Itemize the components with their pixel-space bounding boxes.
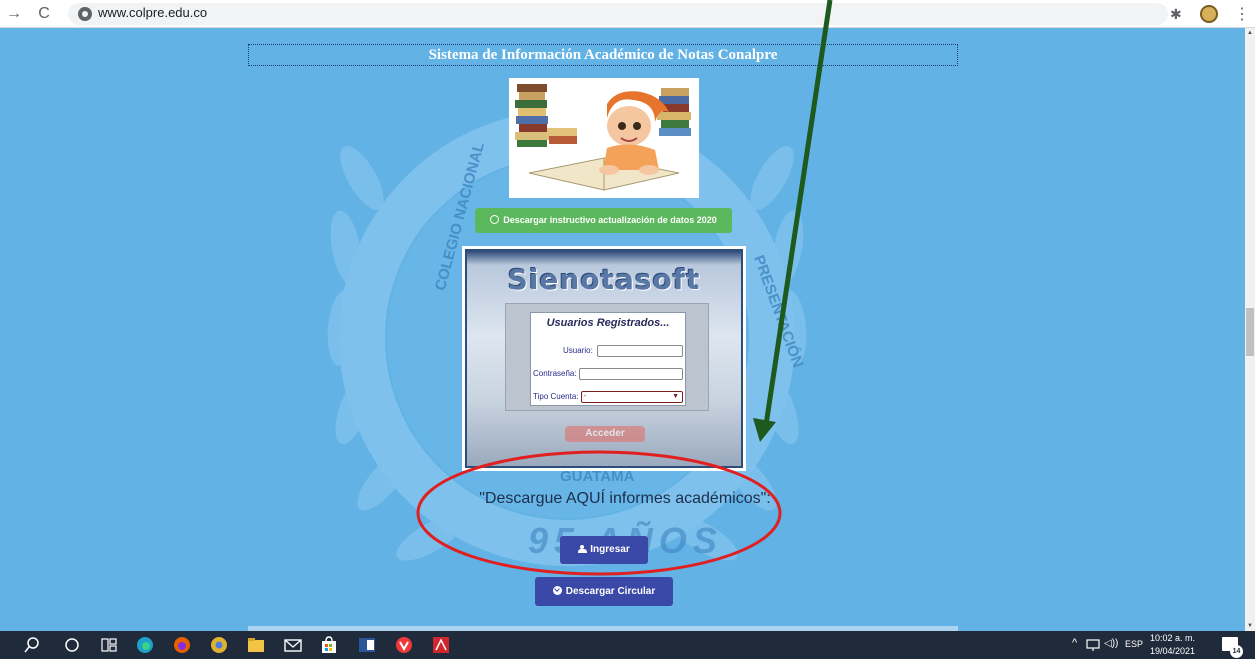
download-instructivo-label: Descargar instructivo actualización de d…	[503, 215, 717, 225]
login-panel-title: Usuarios Registrados...	[546, 317, 670, 329]
student-reading-illustration	[509, 78, 699, 198]
login-widget: Sienotasoft Usuarios Registrados... Usua…	[462, 246, 746, 471]
profile-avatar[interactable]	[1200, 5, 1218, 23]
tipo-cuenta-value: -	[584, 393, 587, 400]
ingresar-label: Ingresar	[590, 544, 630, 555]
clock-time[interactable]: 10:02 a. m.	[1150, 633, 1195, 643]
windows-taskbar: ^ ◁)) ESP 10:02 a. m. 19/04/2021 14	[0, 631, 1255, 659]
web-page: COLEGIO NACIONAL PRESENTACIÓN GUATAMA 95…	[0, 28, 1245, 631]
task-view-icon[interactable]	[100, 636, 118, 654]
acceder-button[interactable]: Acceder	[565, 426, 645, 442]
word-icon[interactable]	[358, 636, 376, 654]
reload-icon[interactable]: C	[34, 4, 54, 24]
address-bar[interactable]	[68, 3, 1168, 25]
chrome-icon[interactable]	[210, 636, 228, 654]
scroll-down-arrow-icon[interactable]: ▼	[1247, 623, 1253, 629]
tray-chevron-up-icon[interactable]: ^	[1072, 637, 1077, 649]
page-title: Sistema de Información Académico de Nota…	[428, 47, 778, 63]
clock-date[interactable]: 19/04/2021	[1150, 646, 1195, 656]
password-input[interactable]	[579, 368, 683, 380]
login-background: Sienotasoft Usuarios Registrados... Usua…	[465, 249, 743, 468]
scroll-up-arrow-icon[interactable]: ▲	[1247, 30, 1253, 36]
language-indicator[interactable]: ESP	[1125, 639, 1143, 649]
acrobat-reader-icon[interactable]	[432, 636, 450, 654]
kebab-menu-icon[interactable]: ⋮	[1234, 4, 1250, 24]
cortana-icon[interactable]	[63, 636, 81, 654]
download-circle-icon	[490, 215, 500, 224]
login-form: Usuarios Registrados... Usuario: Contras…	[530, 312, 686, 406]
user-icon	[578, 545, 588, 553]
browser-toolbar: → C www.colpre.edu.co ✱ ⋮	[0, 0, 1255, 28]
tipo-cuenta-select[interactable]: - ▼	[581, 391, 683, 403]
volume-icon[interactable]: ◁))	[1104, 638, 1118, 649]
sienotasoft-logo: Sienotasoft	[507, 263, 701, 296]
firefox-icon[interactable]	[173, 636, 191, 654]
download-instructivo-button[interactable]: Descargar instructivo actualización de d…	[475, 208, 732, 233]
vivaldi-icon[interactable]	[395, 636, 413, 654]
chevron-down-icon: ▼	[672, 393, 679, 400]
tipo-cuenta-label: Tipo Cuenta:	[533, 392, 579, 401]
scroll-thumb[interactable]	[1246, 308, 1254, 356]
store-icon[interactable]	[320, 636, 338, 654]
search-icon[interactable]	[23, 636, 41, 654]
page-title-box: Sistema de Información Académico de Nota…	[248, 44, 958, 66]
edge-browser-icon[interactable]	[136, 636, 154, 654]
download-circular-label: Descargar Circular	[565, 586, 656, 597]
ingresar-button[interactable]: Ingresar	[560, 536, 648, 564]
password-label: Contraseña:	[533, 369, 577, 378]
site-info-icon[interactable]	[78, 7, 92, 21]
usuario-input[interactable]	[597, 345, 683, 357]
download-circular-button[interactable]: Descargar Circular	[535, 577, 673, 606]
page-scrollbar[interactable]: ▲ ▼	[1245, 28, 1255, 631]
extensions-puzzle-icon[interactable]: ✱	[1170, 6, 1182, 23]
file-explorer-icon[interactable]	[247, 636, 265, 654]
notification-count-badge: 14	[1230, 645, 1243, 658]
chevron-circle-down-icon	[552, 586, 562, 595]
login-panel: Usuarios Registrados... Usuario: Contras…	[505, 303, 709, 411]
usuario-label: Usuario:	[563, 346, 593, 355]
download-reports-text: "Descargue AQUÍ informes académicos":	[479, 490, 771, 507]
url-text[interactable]: www.colpre.edu.co	[98, 5, 207, 20]
mail-icon[interactable]	[284, 636, 302, 654]
forward-arrow-icon[interactable]: →	[4, 4, 24, 24]
network-icon[interactable]	[1086, 638, 1100, 652]
